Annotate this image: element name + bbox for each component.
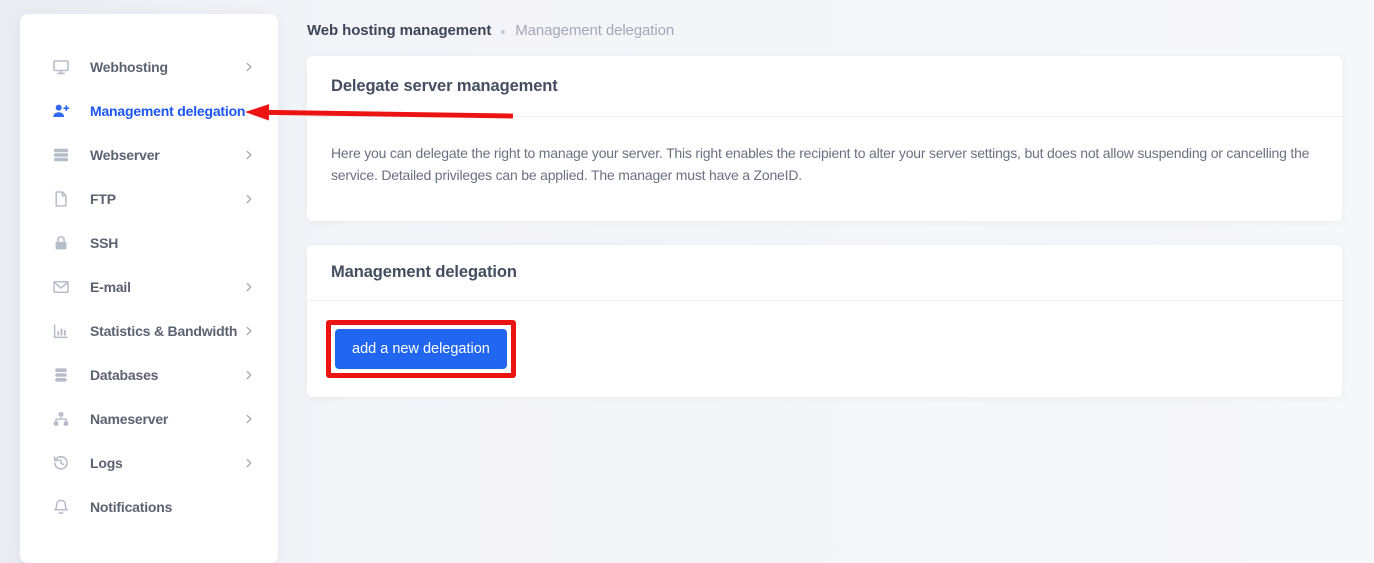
sidebar: Webhosting Management delegation Webserver… [20,14,278,563]
management-delegation-card: Management delegation add a new delegati… [307,245,1342,397]
delegation-description: Here you can delegate the right to manag… [307,117,1342,221]
chevron-right-icon [242,280,256,294]
card-title: Delegate server management [307,56,1342,117]
user-plus-icon [52,102,70,120]
sidebar-item-label: Webhosting [90,59,168,75]
card-body: add a new delegation [307,301,1342,397]
sidebar-item-label: E-mail [90,279,131,295]
sidebar-item-label: SSH [90,235,118,251]
sidebar-item-nameserver[interactable]: Nameserver [20,397,278,441]
sidebar-item-label: Notifications [90,499,172,515]
bell-icon [52,498,70,516]
sidebar-item-label: Management delegation [90,103,245,119]
breadcrumb-separator-icon [501,30,505,34]
chart-icon [52,322,70,340]
sidebar-item-label: Statistics & Bandwidth [90,323,237,339]
sidebar-item-webhosting[interactable]: Webhosting [20,45,278,89]
sidebar-item-label: Nameserver [90,411,168,427]
file-icon [52,190,70,208]
sidebar-item-ftp[interactable]: FTP [20,177,278,221]
sidebar-item-webserver[interactable]: Webserver [20,133,278,177]
chevron-right-icon [242,412,256,426]
database-icon [52,366,70,384]
server-icon [52,146,70,164]
chevron-right-icon [242,192,256,206]
main-content: Web hosting management Management delega… [307,22,1342,421]
sidebar-item-e-mail[interactable]: E-mail [20,265,278,309]
envelope-icon [52,278,70,296]
sidebar-item-label: Logs [90,455,123,471]
chevron-right-icon [242,60,256,74]
sidebar-item-label: FTP [90,191,116,207]
card-title: Management delegation [307,245,1342,301]
sidebar-item-notifications[interactable]: Notifications [20,485,278,529]
monitor-icon [52,58,70,76]
annotation-highlight-box: add a new delegation [326,320,516,378]
sitemap-icon [52,410,70,428]
sidebar-item-label: Databases [90,367,158,383]
chevron-right-icon [242,324,256,338]
sidebar-item-logs[interactable]: Logs [20,441,278,485]
sidebar-item-ssh[interactable]: SSH [20,221,278,265]
sidebar-item-management-delegation[interactable]: Management delegation [20,89,278,133]
breadcrumb-item-management-delegation: Management delegation [515,22,674,39]
chevron-right-icon [242,148,256,162]
breadcrumb-item-web-hosting-management[interactable]: Web hosting management [307,22,491,39]
sidebar-nav: Webhosting Management delegation Webserver… [20,45,278,529]
chevron-right-icon [242,456,256,470]
sidebar-item-statistics-bandwidth[interactable]: Statistics & Bandwidth [20,309,278,353]
delegate-server-management-card: Delegate server management Here you can … [307,56,1342,221]
sidebar-item-label: Webserver [90,147,160,163]
add-new-delegation-button[interactable]: add a new delegation [335,329,507,369]
sidebar-item-databases[interactable]: Databases [20,353,278,397]
breadcrumb: Web hosting management Management delega… [307,22,1342,39]
lock-icon [52,234,70,252]
chevron-right-icon [242,368,256,382]
history-icon [52,454,70,472]
